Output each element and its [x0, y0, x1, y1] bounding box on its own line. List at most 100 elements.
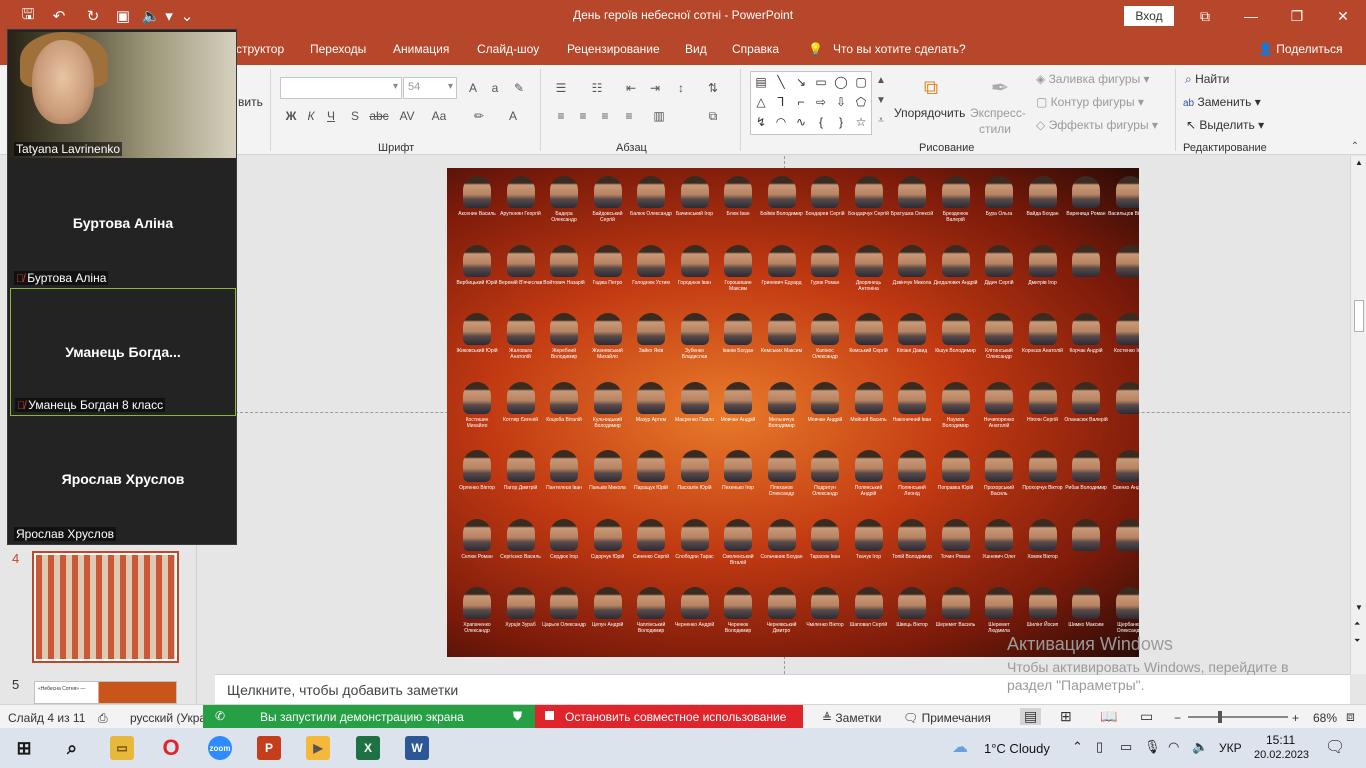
highlight-icon[interactable]: ✏	[470, 107, 488, 125]
find-button[interactable]: ⌕ Найти	[1185, 72, 1229, 87]
clock-time[interactable]: 15:11	[1266, 733, 1295, 747]
quick-styles-icon[interactable]: ✒	[985, 73, 1015, 103]
zoom-icon[interactable]: zoom	[208, 736, 232, 760]
text-direction-icon[interactable]: ⇅	[704, 79, 722, 97]
tab-transitions[interactable]: Переходы	[310, 42, 366, 56]
reading-view-icon[interactable]: 📖	[1100, 708, 1117, 725]
slide-canvas[interactable]: Аксенин Василь Арутюнян Георгій Бадера Оле…	[447, 168, 1139, 657]
font-color-icon[interactable]: A	[504, 107, 522, 125]
scroll-up-icon[interactable]: ▲	[1355, 158, 1363, 167]
powerpoint-icon[interactable]: P	[257, 736, 281, 760]
login-button[interactable]: Вход	[1124, 6, 1174, 26]
clock-date[interactable]: 20.02.2023	[1254, 749, 1309, 761]
media-player-icon[interactable]: ▶	[306, 736, 330, 760]
increase-indent-icon[interactable]: ⇥	[646, 79, 664, 97]
language-indicator[interactable]: русский (Укра	[130, 711, 206, 725]
tab-review[interactable]: Рецензирование	[567, 42, 660, 56]
file-explorer-icon[interactable]: ▭	[110, 736, 134, 760]
close-icon[interactable]: ✕	[1328, 4, 1358, 28]
notes-button[interactable]: ≜ Заметки	[822, 711, 881, 725]
share-button[interactable]: 👤 Поделиться	[1258, 42, 1343, 56]
justify-icon[interactable]: ≡	[620, 107, 638, 125]
gallery-down-icon[interactable]: ▼	[872, 91, 890, 109]
excel-icon[interactable]: X	[356, 736, 380, 760]
wifi-icon[interactable]: ◠	[1168, 739, 1179, 755]
bold-icon[interactable]: Ж	[282, 107, 300, 125]
oval-shape-icon[interactable]: ◯	[833, 74, 849, 90]
weather-text[interactable]: 1°C Cloudy	[984, 741, 1050, 756]
customize-quick-access-icon[interactable]: ⌄	[176, 6, 198, 26]
zoom-slider-knob[interactable]	[1218, 711, 1222, 723]
slide-sorter-icon[interactable]: ⊞	[1060, 708, 1072, 725]
scrollbar-thumb[interactable]	[1354, 300, 1364, 332]
zoom-level[interactable]: 68%	[1313, 711, 1337, 725]
start-slideshow-icon[interactable]: ▣	[112, 6, 134, 26]
device-icon[interactable]: ▯	[1096, 739, 1103, 755]
minimize-icon[interactable]: —	[1236, 4, 1266, 28]
align-right-icon[interactable]: ≡	[596, 107, 614, 125]
tab-view[interactable]: Вид	[685, 42, 707, 56]
opera-icon[interactable]: O	[159, 735, 183, 760]
notifications-icon[interactable]: 🗨	[1325, 737, 1345, 757]
columns-icon[interactable]: ▥	[650, 107, 668, 125]
slideshow-view-icon[interactable]: ▭	[1140, 708, 1153, 725]
pentagon-shape-icon[interactable]: ⬠	[853, 94, 869, 110]
align-center-icon[interactable]: ≡	[574, 107, 592, 125]
font-family-combo[interactable]: ▾	[280, 77, 402, 99]
shape-fill-button[interactable]: ◈ Заливка фигуры ▾	[1036, 72, 1150, 86]
replace-button[interactable]: ab Заменить ▾	[1183, 95, 1261, 109]
redo-icon[interactable]: ↻	[82, 6, 104, 26]
elbow-shape-icon[interactable]: ⌐	[793, 94, 809, 110]
rectangle-shape-icon[interactable]: ▭	[813, 74, 829, 90]
quick-styles-label-1[interactable]: Экспресс-	[970, 106, 1026, 120]
increase-font-icon[interactable]: A	[464, 79, 482, 97]
shape-outline-button[interactable]: ▢ Контур фигуры ▾	[1036, 95, 1144, 109]
right-brace-shape-icon[interactable]: }	[833, 114, 849, 130]
star-shape-icon[interactable]: ☆	[853, 114, 869, 130]
prev-slide-icon[interactable]: ⏶	[1354, 619, 1360, 629]
rounded-rect-shape-icon[interactable]: ▢	[853, 74, 869, 90]
editor-scrollbar[interactable]: ▲ ▼ ⏶ ⏷	[1350, 156, 1366, 674]
fit-slide-icon[interactable]: ⧈	[1346, 708, 1355, 725]
arrange-icon[interactable]: ⧉	[918, 75, 944, 101]
triangle-shape-icon[interactable]: △	[753, 94, 769, 110]
decrease-font-icon[interactable]: a	[486, 79, 504, 97]
normal-view-icon[interactable]: ▤	[1020, 708, 1042, 725]
zoom-slider[interactable]	[1188, 716, 1288, 718]
clear-format-icon[interactable]: ✎	[510, 79, 528, 97]
comments-button[interactable]: 🗨 Примечания	[903, 711, 991, 725]
select-button[interactable]: ↖ Выделить ▾	[1186, 118, 1264, 132]
bullets-icon[interactable]: ☰	[552, 79, 570, 97]
tell-me-search[interactable]: Что вы хотите сделать?	[833, 42, 966, 56]
stop-sharing-button[interactable]: Остановить совместное использование	[535, 705, 803, 728]
tab-help[interactable]: Справка	[732, 42, 779, 56]
zoom-participants-panel[interactable]: Tatyana Lavrinenko Буртова Аліна 🎙̸ Бурто…	[7, 29, 237, 545]
word-icon[interactable]: W	[405, 736, 429, 760]
font-size-combo[interactable]: 54 ▾	[403, 77, 457, 99]
connector-shape-icon[interactable]: ⅂	[773, 94, 789, 110]
zoom-in-icon[interactable]: +	[1292, 711, 1299, 725]
chevron-up-icon[interactable]: ⌃	[1072, 739, 1083, 755]
next-slide-icon[interactable]: ⏷	[1354, 636, 1360, 646]
change-case-icon[interactable]: Aa	[430, 107, 448, 125]
spellcheck-icon[interactable]: ⎙	[98, 711, 108, 726]
participant-video[interactable]: Tatyana Lavrinenko	[10, 32, 236, 158]
restore-icon[interactable]: ❐	[1282, 4, 1312, 28]
slide-thumbnail-5[interactable]: «Небесна Сотня» —	[34, 681, 177, 704]
freeform-shape-icon[interactable]: ↯	[753, 114, 769, 130]
line-shape-icon[interactable]: ╲	[773, 74, 789, 90]
arc-shape-icon[interactable]: ◠	[773, 114, 789, 130]
gallery-up-icon[interactable]: ▲	[872, 71, 890, 89]
shape-effects-button[interactable]: ◇ Эффекты фигуры ▾	[1036, 118, 1158, 132]
search-icon[interactable]: ⌕	[60, 736, 84, 760]
microphone-icon[interactable]: 🎙	[1144, 739, 1161, 755]
tab-slideshow[interactable]: Слайд-шоу	[477, 42, 539, 56]
align-left-icon[interactable]: ≡	[552, 107, 570, 125]
windows-start-icon[interactable]: ⊞	[12, 736, 36, 760]
participant-tile-active[interactable]: Уманець Богда... 🎙̸ Уманець Богдан 8 клас…	[10, 288, 236, 416]
numbering-icon[interactable]: ☷	[588, 79, 606, 97]
arrow-line-shape-icon[interactable]: ↘	[793, 74, 809, 90]
participant-tile[interactable]: Буртова Аліна 🎙̸ Буртова Аліна	[10, 160, 236, 288]
right-arrow-shape-icon[interactable]: ⇨	[813, 94, 829, 110]
gallery-more-icon[interactable]: ⩡	[872, 111, 890, 129]
